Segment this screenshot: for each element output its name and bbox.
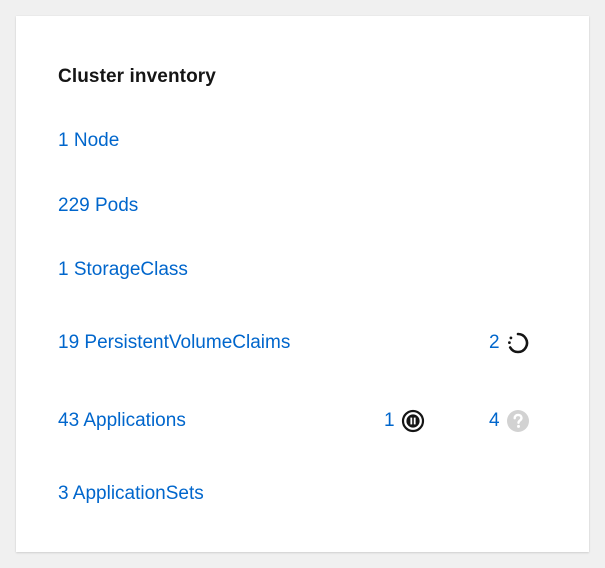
applications-unknown-status[interactable]: 4 xyxy=(489,406,530,436)
inventory-row-storageclasses: 1 StorageClass xyxy=(58,255,547,285)
applications-paused-count: 1 xyxy=(384,410,395,431)
applicationsets-link[interactable]: 3 ApplicationSets xyxy=(58,479,204,509)
applications-unknown-count: 4 xyxy=(489,410,500,431)
pvcs-progressing-status[interactable]: 2 xyxy=(489,328,530,358)
progress-spinner-icon xyxy=(506,331,530,355)
pvcs-link[interactable]: 19 PersistentVolumeClaims xyxy=(58,328,290,358)
applications-link[interactable]: 43 Applications xyxy=(58,406,186,436)
paused-icon xyxy=(401,409,425,433)
inventory-row-applications: 43 Applications 1 4 xyxy=(58,406,547,436)
storageclasses-link[interactable]: 1 StorageClass xyxy=(58,255,188,285)
unknown-question-icon xyxy=(506,409,530,433)
inventory-row-applicationsets: 3 ApplicationSets xyxy=(58,479,547,509)
inventory-row-nodes: 1 Node xyxy=(58,126,547,156)
inventory-row-pvcs: 19 PersistentVolumeClaims 2 xyxy=(58,328,547,358)
cluster-inventory-card: Cluster inventory 1 Node 229 Pods 1 Stor… xyxy=(16,16,589,552)
applications-paused-status[interactable]: 1 xyxy=(384,406,425,436)
pods-link[interactable]: 229 Pods xyxy=(58,191,138,221)
inventory-row-pods: 229 Pods xyxy=(58,191,547,221)
nodes-link[interactable]: 1 Node xyxy=(58,126,119,156)
card-title: Cluster inventory xyxy=(58,66,216,87)
pvcs-progressing-count: 2 xyxy=(489,332,500,353)
